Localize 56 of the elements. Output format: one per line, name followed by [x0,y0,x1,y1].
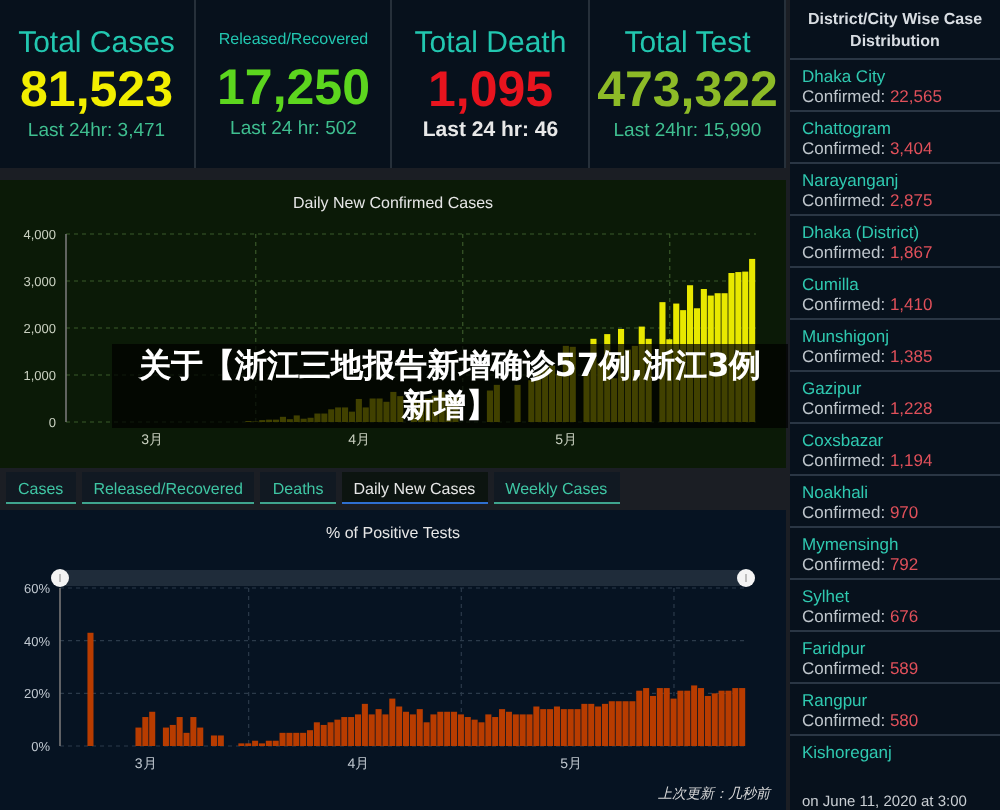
confirmed-label: Confirmed: [802,554,888,574]
stat-change: Last 24hr: 15,990 [613,117,762,143]
chart-title: % of Positive Tests [326,524,460,544]
confirmed-label: Confirmed: [802,242,888,262]
confirmed-count: 3,404 [889,138,933,158]
confirmed-count: 589 [889,658,919,678]
stat-value: 81,523 [20,61,173,117]
confirmed-count: 1,410 [889,294,933,314]
headline-caption: 关于【浙江三地报告新增确诊57例,浙江3例新增】 [112,344,788,428]
stat-title: Total Death [414,25,567,61]
confirmed-count: 1,385 [889,346,933,366]
stat-title: Total Cases [18,25,175,61]
district-name: Noakhali [802,482,871,502]
confirmed-label: Confirmed: [802,658,888,678]
district-name: Coxsbazar [802,430,886,450]
confirmed-label: Confirmed: [802,346,888,366]
district-name: Kishoreganj [802,742,894,762]
confirmed-label: Confirmed: [802,502,888,522]
district-name: Cumilla [802,274,861,294]
confirmed-label: Confirmed: [802,190,888,210]
confirmed-count: 580 [889,710,919,730]
chart-title: Daily New Confirmed Cases [292,194,494,214]
stat-change: Last 24 hr: 502 [230,115,357,141]
district-name: Chattogram [802,118,893,138]
confirmed-label: Confirmed: [802,138,888,158]
district-name: Gazipur [802,378,864,398]
district-name: Munshigonj [802,326,891,346]
confirmed-count: 676 [889,606,919,626]
district-name: Narayanganj [802,170,901,190]
stat-title: Total Test [624,25,751,61]
stat-value: 17,250 [217,59,370,115]
confirmed-count: 1,228 [889,398,933,418]
district-name: Dhaka (District) [802,222,922,242]
confirmed-label: Confirmed: [802,294,888,314]
district-name: Faridpur [802,638,868,658]
confirmed-count: 1,867 [889,242,933,262]
stat-value: 1,095 [427,61,554,117]
confirmed-count: 2,875 [889,190,933,210]
stat-change: Last 24 hr: 46 [422,117,559,143]
district-name: Dhaka City [802,66,888,86]
district-name: Sylhet [802,586,852,606]
district-name: Mymensingh [802,534,901,554]
confirmed-label: Confirmed: [802,606,888,626]
confirmed-count: 22,565 [889,86,942,106]
stat-value: 473,322 [597,61,778,117]
confirmed-label: Confirmed: [802,398,888,418]
stat-change: Last 24hr: 3,471 [27,117,166,143]
confirmed-label: Confirmed: [802,450,888,470]
stat-title: Released/Recovered [218,27,369,51]
confirmed-label: Confirmed: [802,710,888,730]
district-name: Rangpur [802,690,870,710]
confirmed-count: 1,194 [889,450,933,470]
confirmed-label: Confirmed: [802,86,888,106]
panel-title: District/City Wise Case Distribution [805,8,985,54]
confirmed-count: 970 [889,502,919,522]
confirmed-count: 792 [889,554,919,574]
